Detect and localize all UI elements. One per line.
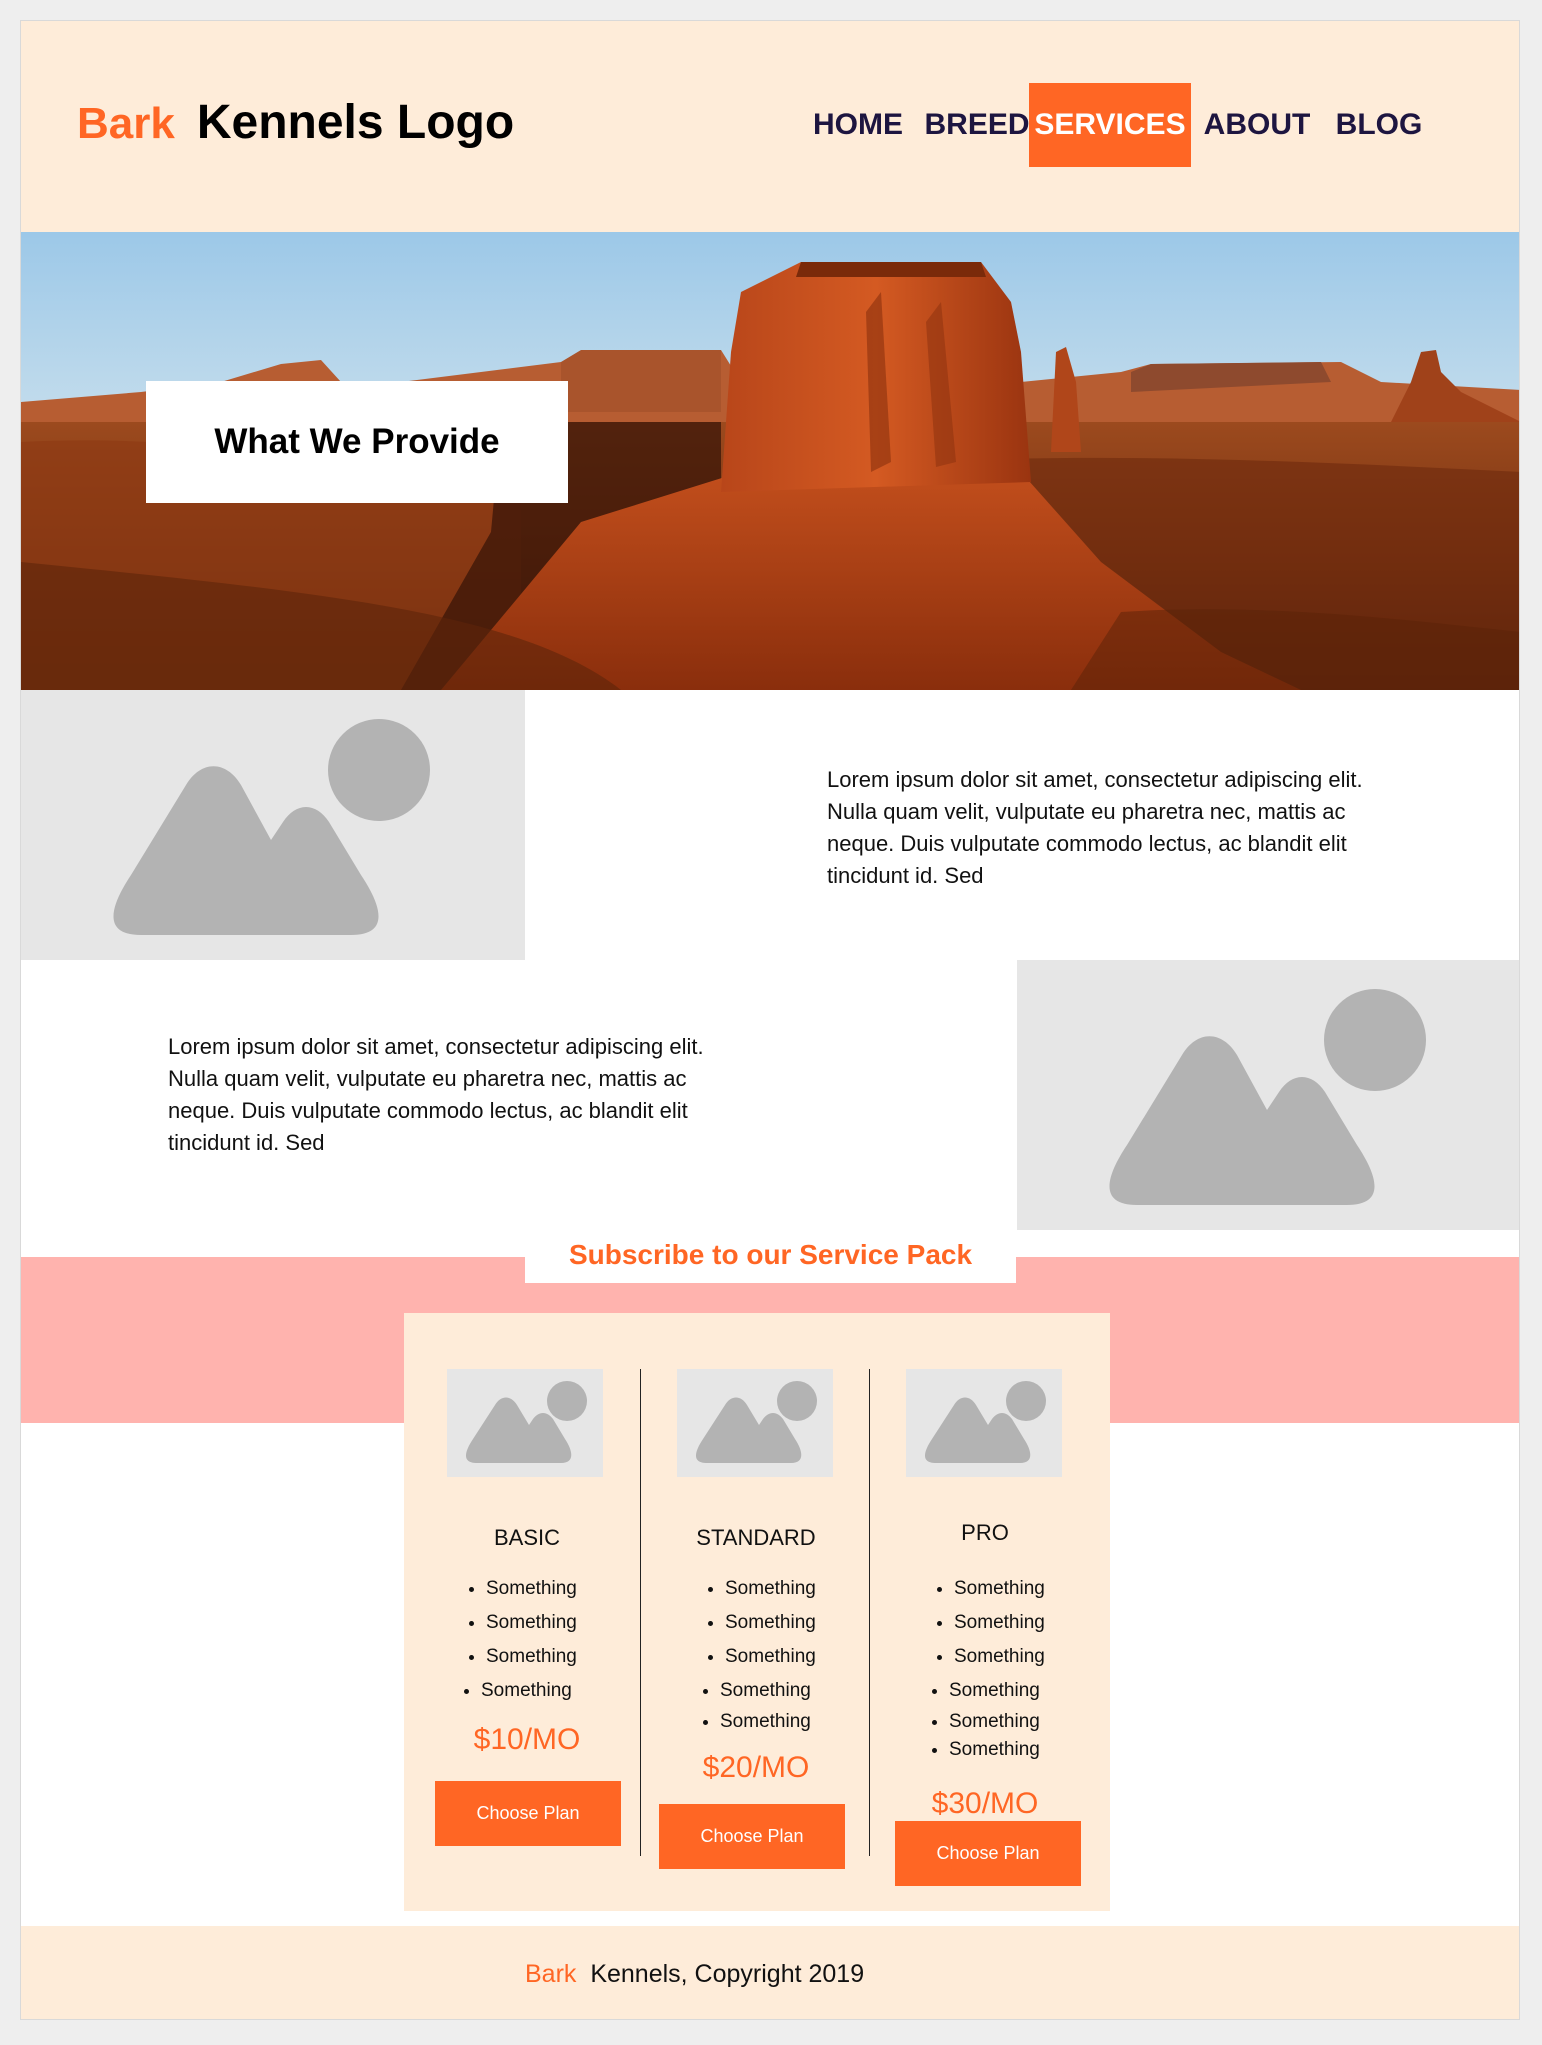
image-placeholder-icon bbox=[906, 1369, 1062, 1477]
feature-list: Something Something Something Something bbox=[464, 1572, 577, 1708]
page: Bark Kennels Logo HOME BREED SERVICES ABO… bbox=[20, 20, 1520, 2020]
plan-name: BASIC bbox=[493, 1525, 561, 1550]
list-item: Something bbox=[481, 1674, 577, 1708]
list-item: Something bbox=[720, 1674, 816, 1708]
pricing-plans: BASIC Something Something Something Some… bbox=[404, 1313, 1110, 1911]
list-item: Something bbox=[949, 1736, 1045, 1764]
list-item: Something bbox=[486, 1606, 577, 1640]
hero-banner: What We Provide bbox=[21, 232, 1519, 690]
list-item: Something bbox=[954, 1640, 1045, 1674]
plan-price: $30/MO bbox=[931, 1787, 1039, 1820]
list-item: Something bbox=[954, 1606, 1045, 1640]
subscribe-title: Subscribe to our Service Pack bbox=[525, 1227, 1016, 1283]
feature-list: Something Something Something Something … bbox=[932, 1572, 1045, 1764]
section-2-text: Lorem ipsum dolor sit amet, consectetur … bbox=[168, 1034, 704, 1155]
nav-item-blog[interactable]: BLOG bbox=[1329, 83, 1429, 167]
image-placeholder-icon bbox=[447, 1369, 603, 1477]
footer-text: Kennels, Copyright 2019 bbox=[590, 1960, 865, 1988]
footer-brand: Bark bbox=[525, 1960, 577, 1988]
footer-copyright: Bark Kennels, Copyright 2019 bbox=[525, 1960, 864, 1989]
list-item: Something bbox=[720, 1708, 816, 1736]
choose-plan-button[interactable]: Choose Plan bbox=[659, 1804, 845, 1869]
site-footer: Bark Kennels, Copyright 2019 bbox=[21, 1926, 1519, 2019]
plan-basic: BASIC Something Something Something Some… bbox=[412, 1313, 642, 1911]
plan-pro: PRO Something Something Something Someth… bbox=[870, 1313, 1100, 1911]
list-item: Something bbox=[725, 1640, 816, 1674]
list-item: Something bbox=[725, 1606, 816, 1640]
list-item: Something bbox=[486, 1640, 577, 1674]
site-header: Bark Kennels Logo HOME BREED SERVICES ABO… bbox=[21, 21, 1519, 232]
list-item: Something bbox=[725, 1572, 816, 1606]
main-nav: HOME BREED SERVICES ABOUT BLOG bbox=[21, 83, 1519, 167]
plan-price: $20/MO bbox=[702, 1751, 810, 1784]
image-placeholder-icon bbox=[677, 1369, 833, 1477]
plan-price: $10/MO bbox=[473, 1723, 581, 1756]
plan-name: PRO bbox=[961, 1520, 1009, 1545]
image-placeholder-icon bbox=[21, 690, 525, 960]
section-1-text: Lorem ipsum dolor sit amet, consectetur … bbox=[827, 767, 1363, 888]
list-item: Something bbox=[954, 1572, 1045, 1606]
list-item: Something bbox=[486, 1572, 577, 1606]
feature-list: Something Something Something Something … bbox=[703, 1572, 816, 1736]
subscribe-title-text: Subscribe to our Service Pack bbox=[568, 1239, 973, 1270]
nav-item-about[interactable]: ABOUT bbox=[1193, 83, 1321, 167]
nav-item-breed[interactable]: BREED bbox=[911, 83, 1043, 167]
choose-plan-button[interactable]: Choose Plan bbox=[435, 1781, 621, 1846]
hero-title-box: What We Provide bbox=[146, 381, 568, 503]
image-placeholder-icon bbox=[1017, 960, 1519, 1230]
hero-title: What We Provide bbox=[214, 422, 500, 461]
nav-item-services[interactable]: SERVICES bbox=[1029, 83, 1191, 167]
list-item: Something bbox=[949, 1674, 1045, 1708]
plan-standard: STANDARD Something Something Something S… bbox=[641, 1313, 871, 1911]
plan-name: STANDARD bbox=[696, 1525, 816, 1550]
nav-item-home[interactable]: HOME bbox=[791, 83, 925, 167]
choose-plan-button[interactable]: Choose Plan bbox=[895, 1821, 1081, 1886]
list-item: Something bbox=[949, 1708, 1045, 1736]
